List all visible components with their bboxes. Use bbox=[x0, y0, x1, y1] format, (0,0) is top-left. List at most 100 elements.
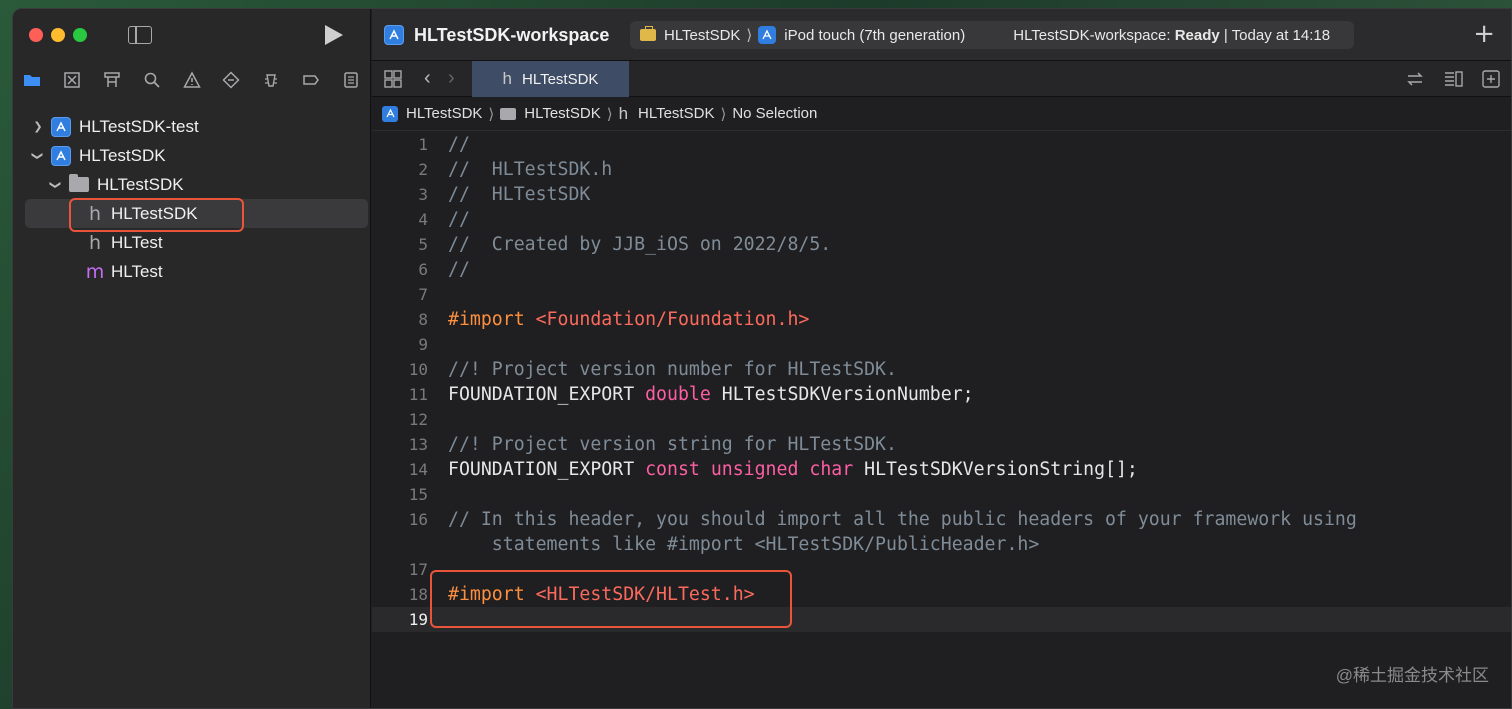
code-text: // HLTestSDK bbox=[448, 182, 590, 207]
report-icon[interactable] bbox=[340, 69, 362, 91]
tab-bar: ‹ › h HLTestSDK bbox=[372, 61, 1511, 97]
line-number: 16 bbox=[408, 510, 428, 529]
find-icon[interactable] bbox=[141, 69, 163, 91]
scheme-target[interactable]: HLTestSDK bbox=[664, 27, 740, 44]
tree-item-label: HLTestSDK-test bbox=[79, 116, 199, 136]
swap-icon[interactable] bbox=[1405, 69, 1425, 89]
code-line[interactable]: 6 // bbox=[372, 257, 1511, 282]
code-line[interactable]: 5 // Created by JJB_iOS on 2022/8/5. bbox=[372, 232, 1511, 257]
editor-options bbox=[1405, 69, 1501, 89]
window-controls bbox=[29, 28, 87, 42]
line-number: 1 bbox=[418, 135, 428, 154]
tree-item-label: HLTestSDK bbox=[79, 145, 166, 165]
line-number: 17 bbox=[408, 560, 428, 579]
code-token-comment: // bbox=[448, 259, 470, 280]
chevron-right-icon: ⟩ bbox=[488, 105, 495, 123]
project-icon bbox=[51, 116, 71, 137]
chevron-left-icon[interactable]: ‹ bbox=[424, 67, 431, 90]
code-line[interactable]: statements like #import <HLTestSDK/Publi… bbox=[372, 532, 1511, 557]
editor-options-icon[interactable] bbox=[1443, 69, 1463, 89]
tree-item-file[interactable]: m HLTest bbox=[13, 257, 370, 286]
code-line[interactable]: 4 // bbox=[372, 207, 1511, 232]
header-file-icon: h bbox=[502, 69, 513, 88]
breakpoint-icon[interactable] bbox=[300, 69, 322, 91]
briefcase-icon bbox=[640, 26, 656, 41]
code-token-comment: //! Project version number for HLTestSDK… bbox=[448, 359, 897, 380]
code-line[interactable]: 2 // HLTestSDK.h bbox=[372, 157, 1511, 182]
chevron-right-icon[interactable]: › bbox=[448, 67, 455, 90]
grid-icon[interactable] bbox=[384, 70, 402, 88]
close-window-button[interactable] bbox=[29, 28, 43, 42]
tree-item-label: HLTest bbox=[111, 232, 163, 252]
breadcrumb-file[interactable]: HLTestSDK bbox=[638, 105, 714, 122]
sidebar-toggle-icon[interactable] bbox=[128, 26, 152, 44]
test-icon[interactable] bbox=[220, 69, 242, 91]
source-editor[interactable]: 1 // 2 // HLTestSDK.h 3 // HLTestSDK 4 // 5 // Cr… bbox=[372, 132, 1511, 708]
chevron-right-icon[interactable]: ❯ bbox=[31, 120, 45, 134]
header-file-icon: h bbox=[88, 202, 102, 225]
code-line[interactable]: 11 FOUNDATION_EXPORT double HLTestSDKVers… bbox=[372, 382, 1511, 407]
code-line[interactable]: 1 // bbox=[372, 132, 1511, 157]
code-line[interactable]: 14 FOUNDATION_EXPORT const unsigned char … bbox=[372, 457, 1511, 482]
scheme-selector[interactable]: HLTestSDK ⟩ iPod touch (7th generation) … bbox=[630, 21, 1354, 49]
tree-item-folder[interactable]: ❯ HLTestSDK bbox=[13, 170, 370, 199]
code-text: #import <Foundation/Foundation.h> bbox=[448, 307, 809, 332]
tree-item-file[interactable]: h HLTest bbox=[13, 228, 370, 257]
code-line[interactable]: 8 #import <Foundation/Foundation.h> bbox=[372, 307, 1511, 332]
tree-item-label: HLTest bbox=[111, 261, 163, 281]
tree-item-project[interactable]: ❯ HLTestSDK bbox=[13, 141, 370, 170]
code-token-plain: HLTestSDKVersionString[]; bbox=[853, 459, 1138, 480]
code-line[interactable]: 16 // In this header, you should import a… bbox=[372, 507, 1511, 532]
zoom-window-button[interactable] bbox=[73, 28, 87, 42]
code-line[interactable]: 12 bbox=[372, 407, 1511, 432]
code-text: // bbox=[448, 207, 470, 232]
scheme-device[interactable]: iPod touch (7th generation) bbox=[784, 27, 965, 44]
code-line[interactable]: 19 bbox=[372, 607, 1511, 632]
code-token-kw: double bbox=[645, 384, 711, 405]
code-line[interactable]: 17 bbox=[372, 557, 1511, 582]
code-token-kw: const bbox=[645, 459, 700, 480]
add-editor-icon[interactable] bbox=[1481, 69, 1501, 89]
line-number: 10 bbox=[408, 360, 428, 379]
source-control-icon[interactable] bbox=[61, 69, 83, 91]
minimize-window-button[interactable] bbox=[51, 28, 65, 42]
symbol-navigator-icon[interactable] bbox=[101, 69, 123, 91]
tab-hltestsdk-h[interactable]: h HLTestSDK bbox=[472, 61, 629, 97]
chevron-right-icon: ⟩ bbox=[720, 105, 727, 123]
code-line[interactable]: 9 bbox=[372, 332, 1511, 357]
xcode-window: ❯ HLTestSDK-test ❯ HLTestSDK ❯ HLTestSDK… bbox=[12, 8, 1512, 709]
device-icon bbox=[758, 26, 777, 44]
code-line[interactable]: 15 bbox=[372, 482, 1511, 507]
add-icon[interactable]: + bbox=[1473, 21, 1495, 47]
debug-icon[interactable] bbox=[260, 69, 282, 91]
chevron-down-icon[interactable]: ❯ bbox=[49, 178, 63, 192]
run-button[interactable] bbox=[325, 25, 343, 45]
code-token-str: <Foundation/Foundation.h> bbox=[535, 309, 810, 330]
issue-icon[interactable] bbox=[181, 69, 203, 91]
line-number: 12 bbox=[408, 410, 428, 429]
breadcrumb-selection[interactable]: No Selection bbox=[732, 105, 817, 122]
breadcrumb-project[interactable]: HLTestSDK bbox=[406, 105, 482, 122]
code-line[interactable]: 3 // HLTestSDK bbox=[372, 182, 1511, 207]
code-text: // In this header, you should import all… bbox=[448, 507, 1357, 532]
line-number: 9 bbox=[418, 335, 428, 354]
chevron-down-icon[interactable]: ❯ bbox=[31, 149, 45, 163]
line-number: 6 bbox=[418, 260, 428, 279]
code-text: FOUNDATION_EXPORT const unsigned char HL… bbox=[448, 457, 1138, 482]
tree-item-project[interactable]: ❯ HLTestSDK-test bbox=[13, 112, 370, 141]
tab-label: HLTestSDK bbox=[522, 70, 599, 88]
tree-item-file-selected[interactable]: h HLTestSDK bbox=[25, 199, 368, 228]
code-line[interactable]: 7 bbox=[372, 282, 1511, 307]
breadcrumb-folder[interactable]: HLTestSDK bbox=[524, 105, 600, 122]
code-line[interactable]: 18 #import <HLTestSDK/HLTest.h> bbox=[372, 582, 1511, 607]
line-number: 13 bbox=[408, 435, 428, 454]
code-token-kw: unsigned bbox=[710, 459, 799, 480]
editor-area: HLTestSDK-workspace HLTestSDK ⟩ iPod tou… bbox=[372, 9, 1511, 708]
code-token-kw: char bbox=[809, 459, 854, 480]
code-line[interactable]: 13 //! Project version string for HLTestS… bbox=[372, 432, 1511, 457]
project-navigator-icon[interactable] bbox=[21, 69, 43, 91]
code-token-comment: statements like #import <HLTestSDK/Publi… bbox=[448, 534, 1040, 555]
code-text: // Created by JJB_iOS on 2022/8/5. bbox=[448, 232, 831, 257]
code-line[interactable]: 10 //! Project version number for HLTestS… bbox=[372, 357, 1511, 382]
